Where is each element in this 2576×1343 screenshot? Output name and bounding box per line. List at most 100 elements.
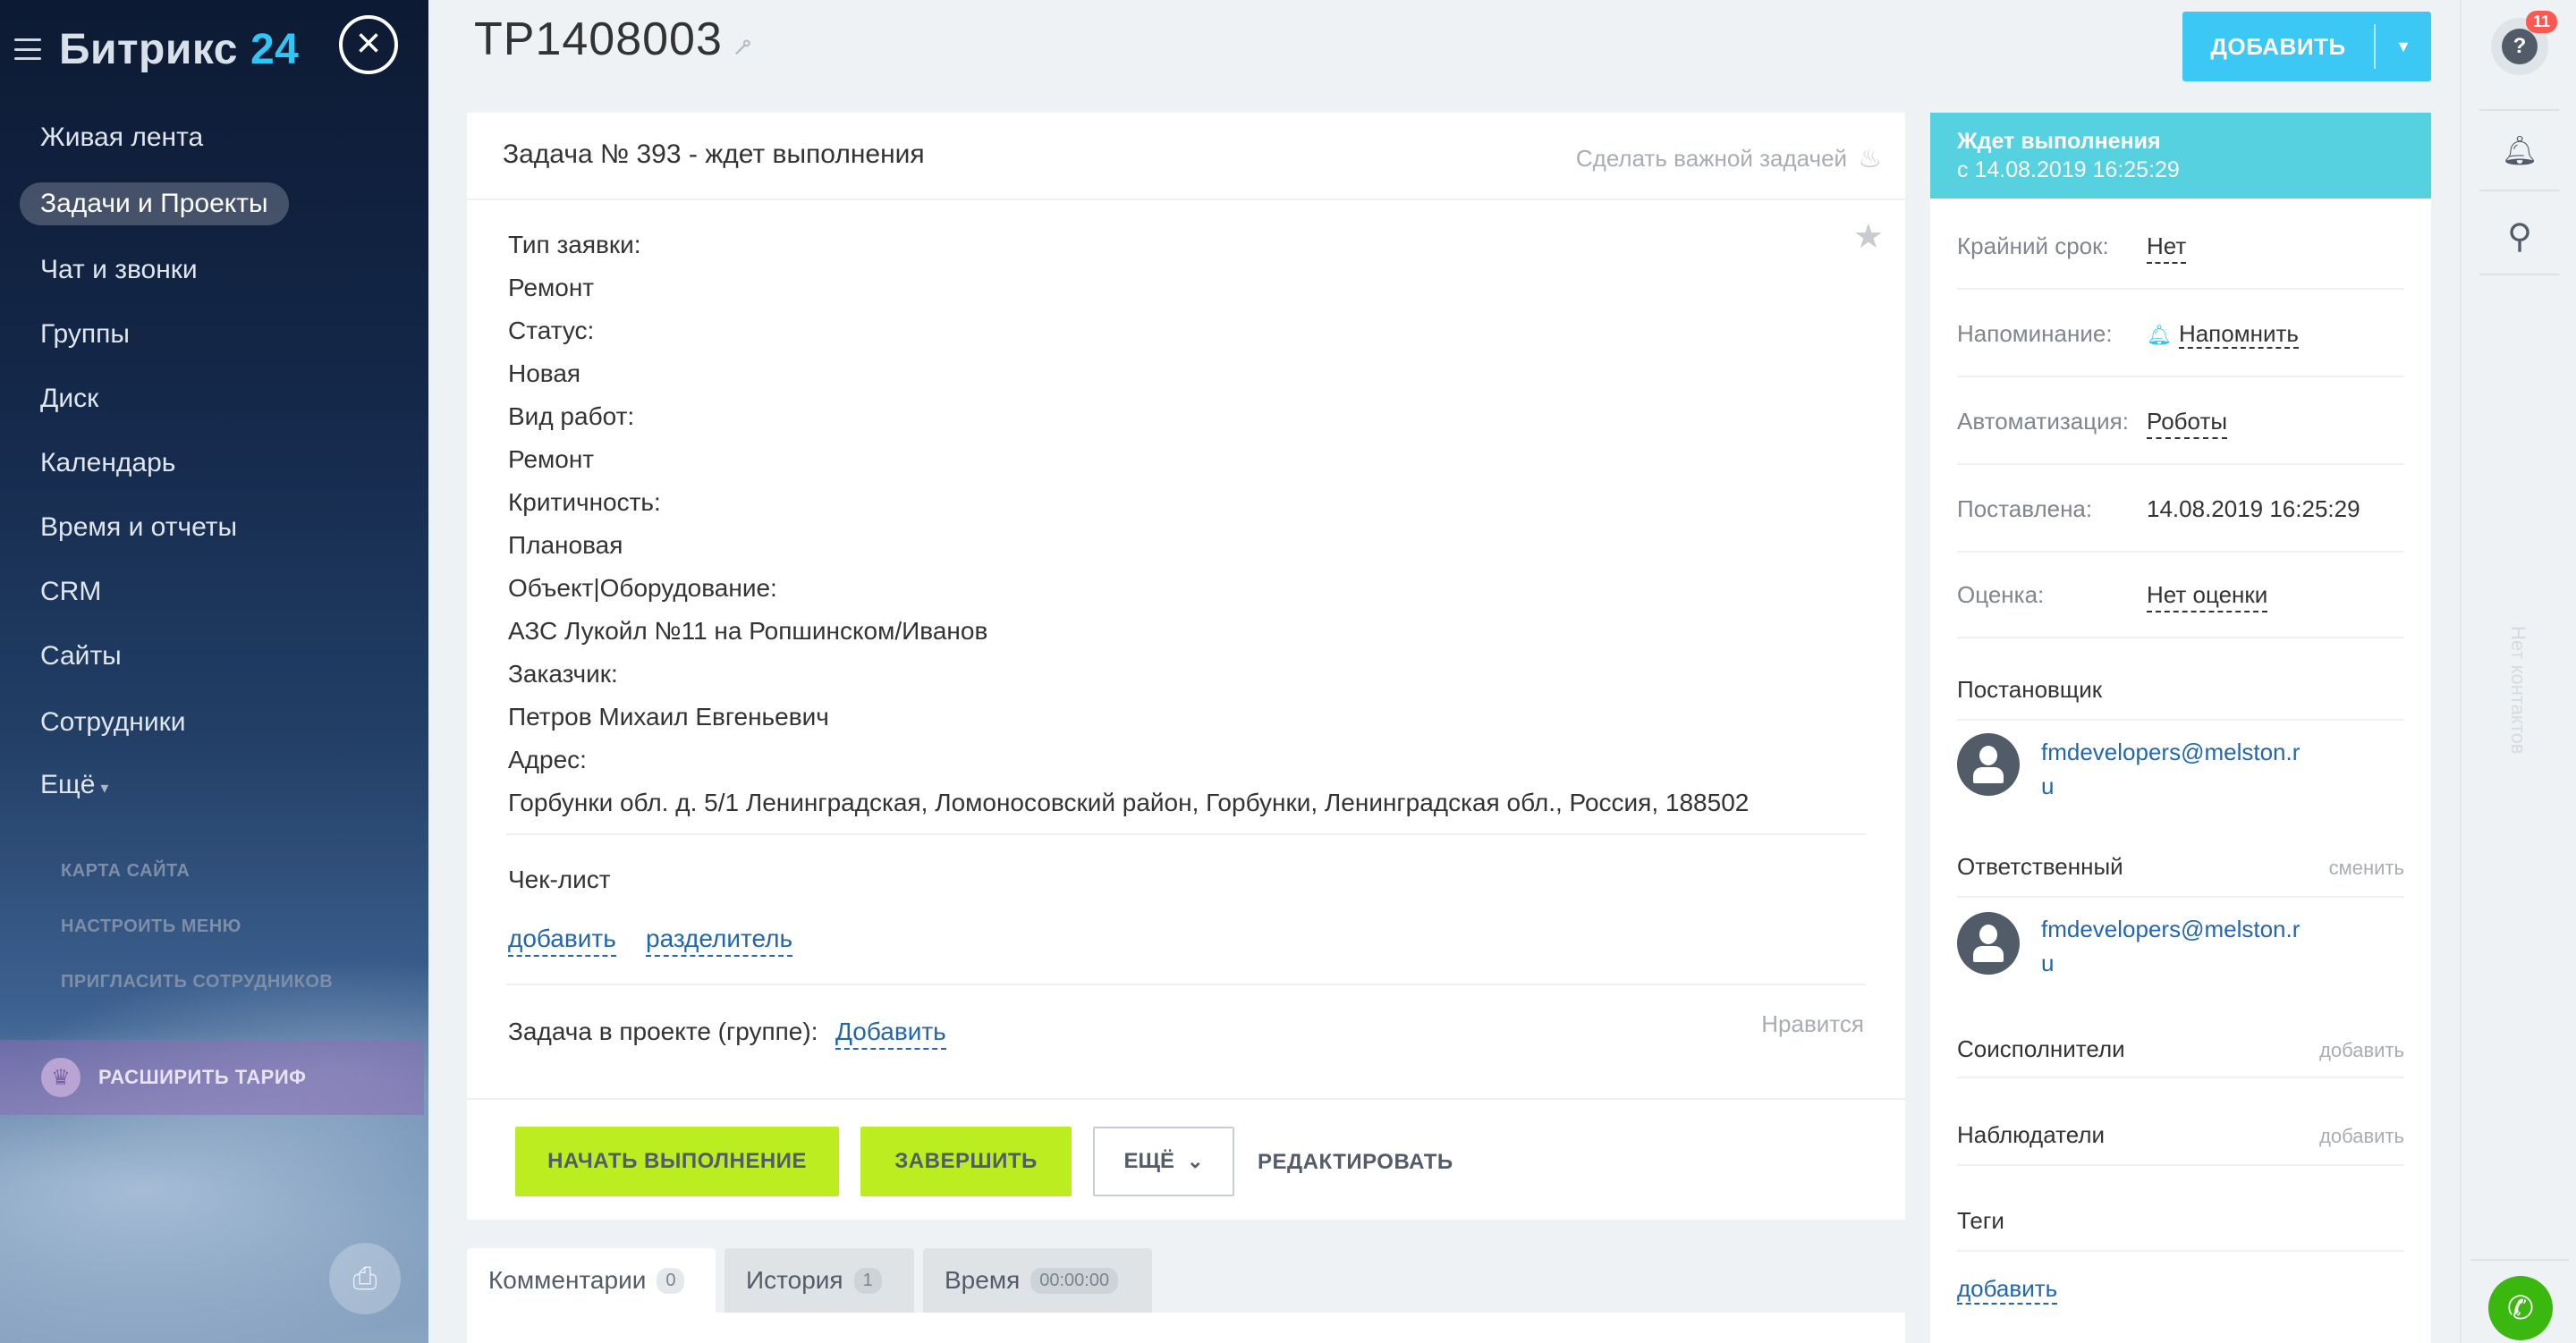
tab-label: Комментарии — [488, 1266, 647, 1294]
status-date: с 14.08.2019 16:25:29 — [1957, 157, 2180, 182]
close-icon[interactable]: × — [339, 15, 398, 74]
created-row: Поставлена: 14.08.2019 16:25:29 — [1957, 463, 2404, 553]
finish-task-button[interactable]: ЗАВЕРШИТЬ — [860, 1127, 1072, 1196]
task-card: Задача № 393 - ждет выполнения Сделать в… — [467, 113, 1905, 1220]
tags-title: Теги — [1957, 1207, 2004, 1234]
description-line: Критичность: — [508, 488, 661, 516]
created-value: 14.08.2019 16:25:29 — [2147, 495, 2360, 522]
deadline-row: Крайний срок: Нет — [1957, 198, 2404, 290]
coexecutors-title: Соисполнители — [1957, 1035, 2125, 1062]
reminder-row: Напоминание: 🔔︎ Напомнить — [1957, 288, 2404, 377]
search-icon[interactable]: ⚲ — [2491, 207, 2548, 265]
description-line: Плановая — [508, 531, 623, 559]
menu-item-time-reports[interactable]: Время и отчеты — [20, 506, 258, 549]
creator-avatar[interactable] — [1957, 733, 2020, 796]
divider — [1957, 1077, 2404, 1078]
checklist-separator-link[interactable]: разделитель — [646, 925, 793, 957]
make-important-button[interactable]: Сделать важной задачей ♨ — [1576, 143, 1882, 174]
logo[interactable]: Битрикс 24 — [14, 18, 299, 80]
divider — [506, 984, 1866, 985]
responsible-link[interactable]: fmdevelopers@melston.ru — [2041, 912, 2301, 980]
reminder-label: Напоминание: — [1957, 320, 2113, 347]
crown-icon: ♛ — [41, 1058, 80, 1097]
deadline-label: Крайний срок: — [1957, 232, 2109, 259]
observers-title: Наблюдатели — [1957, 1121, 2106, 1148]
chevron-down-icon: ⌄ — [1187, 1150, 1204, 1172]
description-line: Ремонт — [508, 274, 595, 301]
rating-row: Оценка: Нет оценки — [1957, 551, 2404, 638]
right-toolbar: ? 11 🔔︎ ⚲ Нет контактов ✆ — [2460, 0, 2576, 1343]
left-sidebar: Битрикс 24 × Живая лента Задачи и Проекты… — [0, 0, 428, 1343]
tab-time[interactable]: Время 00:00:00 — [923, 1248, 1152, 1313]
printer-icon[interactable]: ⎙ — [329, 1243, 401, 1314]
configure-menu-link[interactable]: НАСТРОИТЬ МЕНЮ — [61, 916, 242, 937]
menu-item-more[interactable]: Ещё ▾ — [20, 764, 129, 807]
responsible-avatar[interactable] — [1957, 912, 2020, 975]
menu-item-sites[interactable]: Сайты — [20, 635, 142, 678]
divider — [1957, 896, 2404, 898]
logo-text: Битрикс 24 — [59, 25, 300, 73]
divider — [1957, 1250, 2404, 1252]
observers-add-link[interactable]: добавить — [2319, 1125, 2404, 1148]
menu-item-calendar[interactable]: Календарь — [20, 442, 196, 485]
make-important-label: Сделать важной задачей — [1575, 145, 1848, 172]
creator-link[interactable]: fmdevelopers@melston.ru — [2041, 735, 2309, 803]
task-info-panel: Ждет выполнения с 14.08.2019 16:25:29 Кр… — [1930, 113, 2431, 1343]
menu-item-tasks[interactable]: Задачи и Проекты — [20, 182, 289, 225]
description-line: Объект|Оборудование: — [508, 574, 777, 602]
checklist-title: Чек-лист — [508, 866, 611, 893]
status-title: Ждет выполнения — [1957, 129, 2161, 154]
divider — [506, 833, 1866, 835]
tab-comments[interactable]: Комментарии 0 — [467, 1248, 716, 1313]
bell-icon: 🔔︎ — [2147, 324, 2172, 346]
menu-burger-icon[interactable] — [14, 38, 41, 60]
menu-item-employees[interactable]: Сотрудники — [20, 701, 207, 744]
coexecutors-add-link[interactable]: добавить — [2319, 1039, 2404, 1062]
favorite-star-icon[interactable]: ★ — [1853, 216, 1884, 257]
add-dropdown-chevron-icon[interactable]: ▼ — [2376, 38, 2431, 56]
description-line: Тип заявки: — [508, 231, 641, 258]
phone-icon[interactable]: ✆ — [2488, 1276, 2553, 1340]
reminder-link[interactable]: Напомнить — [2178, 320, 2299, 349]
rating-label: Оценка: — [1957, 581, 2045, 608]
deadline-value[interactable]: Нет — [2147, 232, 2187, 264]
comments-panel — [467, 1313, 1905, 1343]
menu-item-chat[interactable]: Чат и звонки — [20, 249, 218, 291]
page-title: TP1408003 — [474, 13, 723, 65]
add-button-label: ДОБАВИТЬ — [2210, 32, 2346, 60]
checklist-add-link[interactable]: добавить — [508, 925, 616, 957]
description-line: Петров Михаил Евгеньевич — [508, 703, 829, 731]
sitemap-link[interactable]: КАРТА САЙТА — [61, 861, 190, 882]
divider — [2470, 1259, 2569, 1261]
tags-add-link[interactable]: добавить — [1957, 1275, 2058, 1305]
project-add-link[interactable]: Добавить — [835, 1018, 946, 1050]
automation-value[interactable]: Роботы — [2147, 408, 2228, 439]
task-title: Задача № 393 - ждет выполнения — [503, 139, 925, 169]
tab-history[interactable]: История 1 — [724, 1248, 914, 1313]
tab-label: История — [746, 1266, 843, 1294]
menu-item-groups[interactable]: Группы — [20, 313, 150, 356]
menu-item-live-feed[interactable]: Живая лента — [20, 116, 224, 159]
bell-icon[interactable]: 🔔︎ — [2491, 122, 2548, 179]
upgrade-tariff-button[interactable]: ♛ РАСШИРИТЬ ТАРИФ — [0, 1040, 424, 1115]
description-line: Вид работ: — [508, 402, 635, 430]
flame-icon: ♨ — [1858, 144, 1882, 173]
start-task-button[interactable]: НАЧАТЬ ВЫПОЛНЕНИЕ — [515, 1127, 839, 1196]
edit-button[interactable]: РЕДАКТИРОВАТЬ — [1258, 1150, 1453, 1175]
rating-value[interactable]: Нет оценки — [2147, 581, 2268, 612]
copy-link-icon[interactable]: ⊸ — [724, 30, 760, 65]
tab-count-badge: 0 — [657, 1267, 685, 1294]
description-line: АЗС Лукойл №11 на Ропшинском/Иванов — [508, 617, 988, 645]
menu-item-crm[interactable]: CRM — [20, 570, 122, 613]
reminder-value[interactable]: 🔔︎ Напомнить — [2147, 320, 2299, 349]
more-button[interactable]: ЕЩЁ ⌄ — [1093, 1127, 1234, 1196]
like-button[interactable]: Нравится — [1761, 1010, 1864, 1038]
description-line: Ремонт — [508, 445, 595, 473]
menu-item-disk[interactable]: Диск — [20, 377, 119, 420]
description-line: Адрес: — [508, 746, 587, 773]
automation-label: Автоматизация: — [1957, 408, 2129, 435]
add-button[interactable]: ДОБАВИТЬ ▼ — [2182, 12, 2431, 81]
invite-employees-link[interactable]: ПРИГЛАСИТЬ СОТРУДНИКОВ — [61, 972, 333, 992]
question-mark-icon: ? — [2502, 29, 2538, 64]
responsible-change-link[interactable]: сменить — [2329, 857, 2404, 880]
